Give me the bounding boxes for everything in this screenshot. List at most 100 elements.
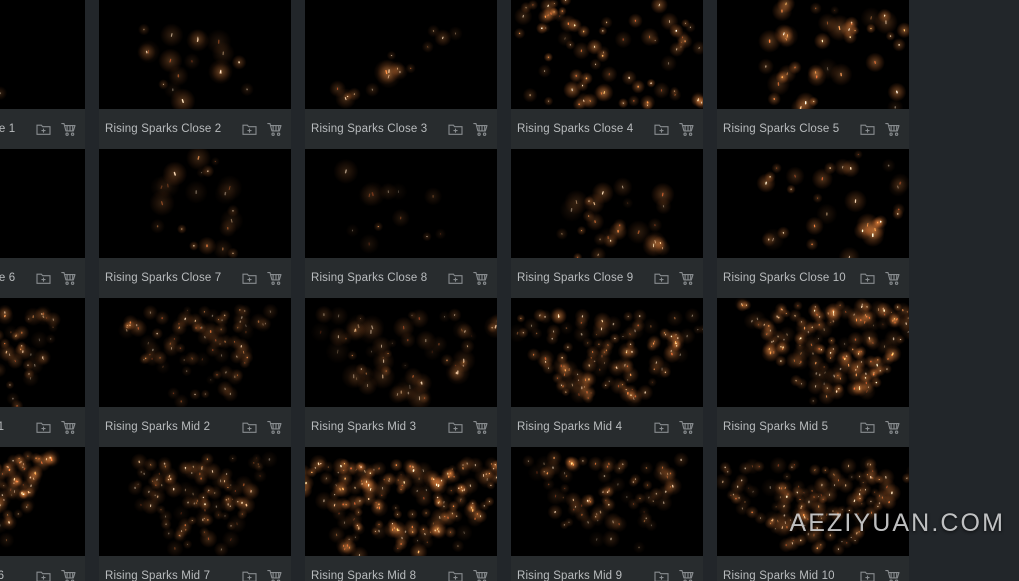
thumbnail-card[interactable]: Rising Sparks Close 9: [511, 149, 703, 298]
shopping-cart-icon[interactable]: [679, 568, 695, 581]
shopping-cart-icon[interactable]: [267, 568, 283, 581]
thumbnail-card[interactable]: Rising Sparks Close 7: [99, 149, 291, 298]
shopping-cart-icon[interactable]: [267, 270, 283, 286]
thumbnail-card[interactable]: Rising Sparks Mid 5: [717, 298, 909, 447]
thumbnail-actions: [653, 419, 697, 435]
folder-plus-icon[interactable]: [447, 568, 463, 581]
video-preview-thumbnail[interactable]: [99, 298, 291, 407]
video-preview-thumbnail[interactable]: [0, 447, 85, 556]
thumbnail-card[interactable]: Rising Sparks Close 4: [511, 0, 703, 149]
video-preview-thumbnail[interactable]: [305, 298, 497, 407]
video-preview-thumbnail[interactable]: [305, 149, 497, 258]
folder-plus-icon[interactable]: [859, 121, 875, 137]
thumbnail-actions: [859, 568, 903, 581]
folder-plus-icon[interactable]: [241, 270, 257, 286]
video-preview-thumbnail[interactable]: [511, 298, 703, 407]
shopping-cart-icon[interactable]: [61, 568, 77, 581]
thumbnail-actions: [241, 568, 285, 581]
video-preview-thumbnail[interactable]: [0, 149, 85, 258]
thumbnail-card[interactable]: Rising Sparks Mid 4: [511, 298, 703, 447]
thumbnail-card[interactable]: Rising Sparks Close 2: [99, 0, 291, 149]
thumbnail-card[interactable]: Rising Sparks Mid 6: [0, 447, 85, 581]
thumbnail-actions: [447, 568, 491, 581]
thumbnail-card[interactable]: Rising Sparks Close 1: [0, 0, 85, 149]
folder-plus-icon[interactable]: [241, 419, 257, 435]
sparks-preview-canvas: [305, 0, 497, 109]
shopping-cart-icon[interactable]: [61, 270, 77, 286]
shopping-cart-icon[interactable]: [473, 270, 489, 286]
shopping-cart-icon[interactable]: [679, 121, 695, 137]
thumbnail-card[interactable]: Rising Sparks Mid 2: [99, 298, 291, 447]
video-preview-thumbnail[interactable]: [511, 0, 703, 109]
video-preview-thumbnail[interactable]: [717, 447, 909, 556]
thumbnail-meta-bar: Rising Sparks Mid 10: [717, 556, 909, 581]
video-preview-thumbnail[interactable]: [511, 149, 703, 258]
shopping-cart-icon[interactable]: [61, 419, 77, 435]
video-preview-thumbnail[interactable]: [0, 298, 85, 407]
video-preview-thumbnail[interactable]: [717, 0, 909, 109]
shopping-cart-icon[interactable]: [473, 419, 489, 435]
video-preview-thumbnail[interactable]: [305, 447, 497, 556]
thumbnail-card[interactable]: Rising Sparks Close 5: [717, 0, 909, 149]
thumbnail-meta-bar: Rising Sparks Close 8: [305, 258, 497, 298]
thumbnail-card[interactable]: Rising Sparks Close 3: [305, 0, 497, 149]
thumbnail-card[interactable]: Rising Sparks Close 10: [717, 149, 909, 298]
thumbnail-card[interactable]: Rising Sparks Mid 10: [717, 447, 909, 581]
thumbnail-meta-bar: Rising Sparks Mid 2: [99, 407, 291, 447]
folder-plus-icon[interactable]: [653, 419, 669, 435]
thumbnail-card[interactable]: Rising Sparks Close 8: [305, 149, 497, 298]
folder-plus-icon[interactable]: [653, 270, 669, 286]
shopping-cart-icon[interactable]: [473, 568, 489, 581]
video-preview-thumbnail[interactable]: [0, 0, 85, 109]
folder-plus-icon[interactable]: [35, 568, 51, 581]
shopping-cart-icon[interactable]: [885, 121, 901, 137]
folder-plus-icon[interactable]: [35, 270, 51, 286]
folder-plus-icon[interactable]: [859, 270, 875, 286]
folder-plus-icon[interactable]: [653, 121, 669, 137]
thumbnail-meta-bar: Rising Sparks Mid 4: [511, 407, 703, 447]
thumbnail-meta-bar: Rising Sparks Mid 3: [305, 407, 497, 447]
folder-plus-icon[interactable]: [859, 568, 875, 581]
sparks-preview-canvas: [305, 447, 497, 556]
thumbnail-card[interactable]: Rising Sparks Mid 8: [305, 447, 497, 581]
video-preview-thumbnail[interactable]: [717, 298, 909, 407]
thumbnail-card[interactable]: Rising Sparks Mid 1: [0, 298, 85, 447]
sparks-preview-canvas: [99, 0, 291, 109]
folder-plus-icon[interactable]: [447, 121, 463, 137]
folder-plus-icon[interactable]: [241, 121, 257, 137]
video-preview-thumbnail[interactable]: [717, 149, 909, 258]
clip-title: Rising Sparks Close 7: [105, 272, 222, 284]
shopping-cart-icon[interactable]: [885, 270, 901, 286]
shopping-cart-icon[interactable]: [267, 419, 283, 435]
folder-plus-icon[interactable]: [241, 568, 257, 581]
folder-plus-icon[interactable]: [653, 568, 669, 581]
sparks-preview-canvas: [305, 298, 497, 407]
shopping-cart-icon[interactable]: [885, 419, 901, 435]
folder-plus-icon[interactable]: [35, 121, 51, 137]
video-preview-thumbnail[interactable]: [305, 0, 497, 109]
thumbnail-card[interactable]: Rising Sparks Mid 9: [511, 447, 703, 581]
shopping-cart-icon[interactable]: [267, 121, 283, 137]
thumbnail-card[interactable]: Rising Sparks Mid 3: [305, 298, 497, 447]
shopping-cart-icon[interactable]: [679, 270, 695, 286]
thumbnail-card[interactable]: Rising Sparks Close 6: [0, 149, 85, 298]
shopping-cart-icon[interactable]: [473, 121, 489, 137]
clip-title: Rising Sparks Mid 10: [723, 570, 835, 581]
video-preview-thumbnail[interactable]: [511, 447, 703, 556]
video-thumbnail-gallery: Rising Sparks Close 1 Rising Sparks Close…: [0, 0, 1019, 581]
clip-title: Rising Sparks Close 6: [0, 272, 16, 284]
shopping-cart-icon[interactable]: [679, 419, 695, 435]
thumbnail-card[interactable]: Rising Sparks Mid 7: [99, 447, 291, 581]
folder-plus-icon[interactable]: [859, 419, 875, 435]
video-preview-thumbnail[interactable]: [99, 0, 291, 109]
folder-plus-icon[interactable]: [35, 419, 51, 435]
thumbnail-meta-bar: Rising Sparks Close 5: [717, 109, 909, 149]
shopping-cart-icon[interactable]: [61, 121, 77, 137]
clip-title: Rising Sparks Close 4: [517, 123, 634, 135]
video-preview-thumbnail[interactable]: [99, 149, 291, 258]
video-preview-thumbnail[interactable]: [99, 447, 291, 556]
clip-title: Rising Sparks Mid 2: [105, 421, 211, 433]
shopping-cart-icon[interactable]: [885, 568, 901, 581]
folder-plus-icon[interactable]: [447, 419, 463, 435]
folder-plus-icon[interactable]: [447, 270, 463, 286]
